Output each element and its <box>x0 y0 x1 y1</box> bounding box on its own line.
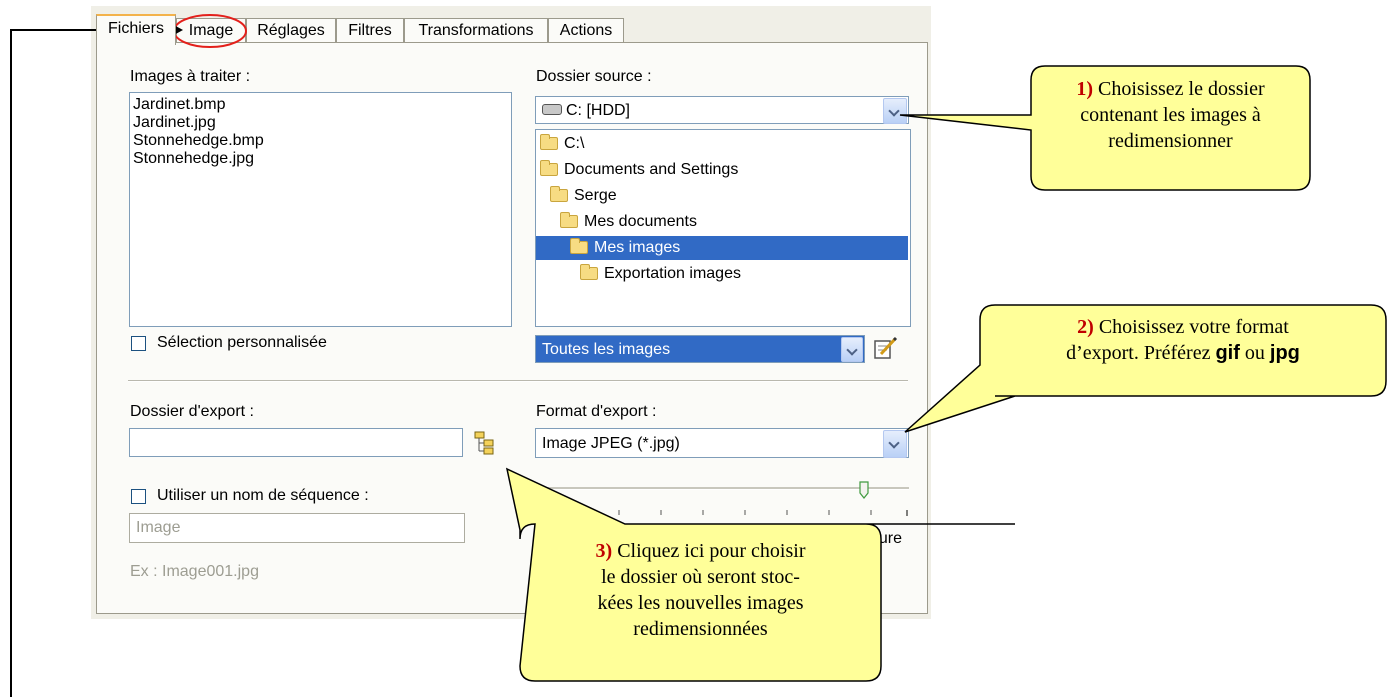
callout-1-text: 1) Choisissez le dossier contenant les i… <box>1076 78 1265 152</box>
tab-fichiers[interactable]: Fichiers <box>96 14 176 45</box>
connector-arrow <box>10 29 172 697</box>
highlight-ellipse <box>173 14 247 48</box>
callout-3-text: 3) Cliquez ici pour choisir le dossier o… <box>595 540 806 640</box>
callout-2-text: 2) Choisissez votre format d’export. Pré… <box>1066 316 1300 364</box>
